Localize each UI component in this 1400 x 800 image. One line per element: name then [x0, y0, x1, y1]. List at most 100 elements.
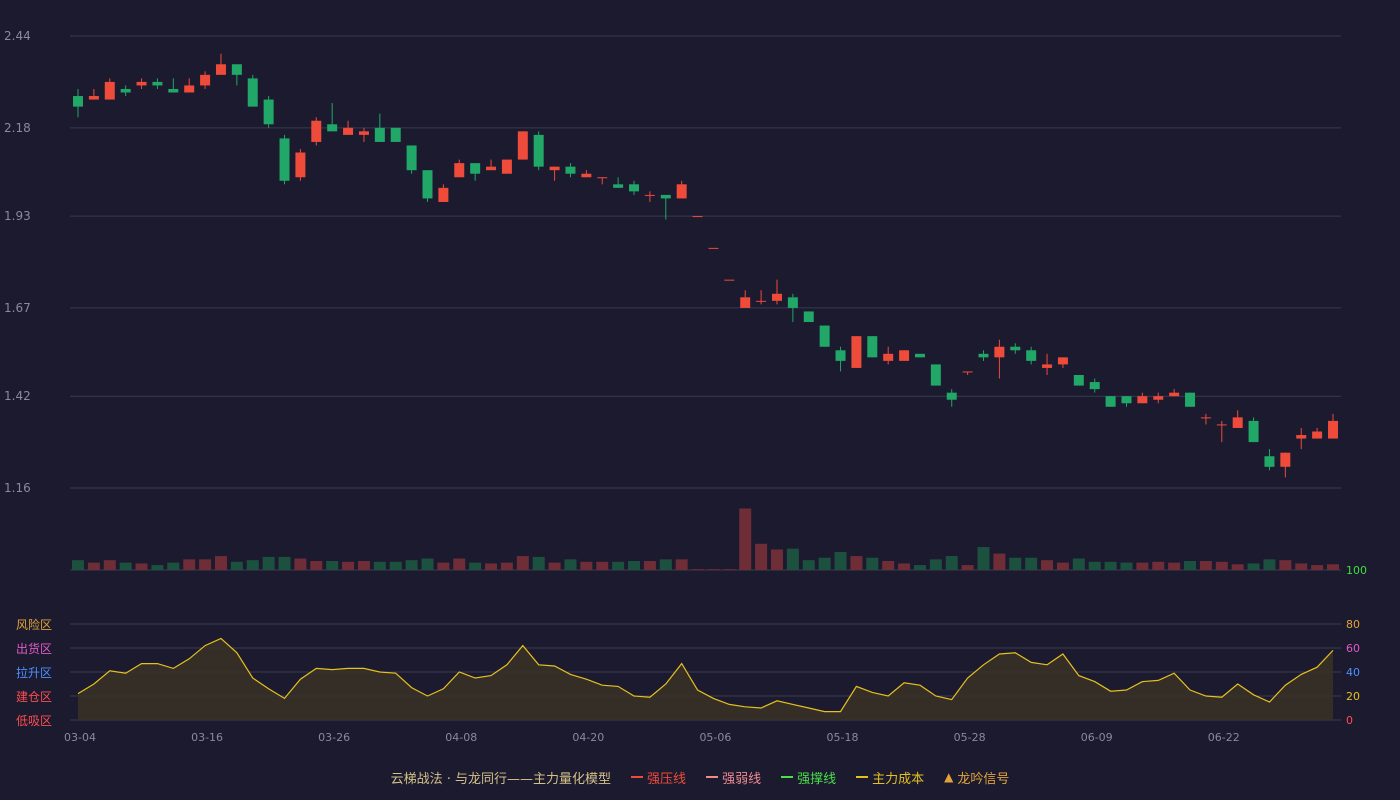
volume-bar [199, 559, 212, 570]
volume-bar [421, 558, 434, 570]
candle-body [73, 96, 83, 107]
volume-bar [1072, 558, 1085, 570]
volume-bar [453, 558, 466, 570]
volume-bar [929, 559, 942, 570]
volume-bar [834, 551, 847, 570]
candle-body [1312, 431, 1323, 439]
candle-body [1280, 452, 1291, 467]
candle-body [231, 64, 242, 75]
volume-bar [151, 565, 164, 570]
volume-bar [532, 556, 545, 570]
legend-item-strong-support[interactable]: 强撑线 [781, 768, 836, 787]
volume-bar [580, 561, 593, 570]
candle-body [692, 216, 703, 218]
legend-item-dragon-signal[interactable]: ▲ 龙吟信号 [944, 768, 1009, 787]
candle-body [200, 74, 211, 86]
axis-labels: 2.44 2.18 1.93 1.67 1.42 1.16 100 80 风险区 60 出货区 40 拉… [4, 29, 1367, 744]
volume-bar [1311, 565, 1324, 570]
volume-bar [1120, 562, 1133, 570]
price-tick-label: 2.44 [4, 29, 31, 43]
volume-bar [818, 557, 831, 570]
triangle-icon: ▲ [944, 770, 954, 784]
candle-body [1185, 392, 1196, 407]
volume-bar [596, 561, 609, 570]
chart-legend: 云梯战法 · 与龙同行——主力量化模型 强压线 强弱线 强撑线 主力成本 ▲ 龙… [0, 766, 1400, 788]
candle-body [406, 145, 417, 171]
volume-bar [357, 560, 370, 570]
volume-bar [643, 560, 656, 570]
candle-body [1248, 420, 1259, 443]
candle-body [1057, 357, 1068, 365]
volume-bar [310, 560, 323, 570]
candle-body [374, 127, 385, 142]
volume-bar [103, 560, 116, 570]
volume-bar [1041, 560, 1054, 570]
volume-bar [993, 553, 1006, 570]
legend-item-strong-pressure[interactable]: 强压线 [631, 768, 686, 787]
candle-body [787, 297, 798, 308]
candle-body [1073, 375, 1084, 386]
candle-body [517, 131, 528, 160]
candle-body [565, 166, 576, 174]
date-tick-label: 05-06 [699, 731, 731, 744]
volume-bar [214, 556, 227, 570]
candle-body [549, 166, 560, 171]
candle-body [803, 311, 814, 323]
candle-body [422, 170, 433, 199]
legend-label: 主力成本 [872, 771, 925, 787]
volume-bar [278, 556, 291, 570]
indicator-zone-label: 拉升区 [16, 665, 52, 680]
volume-bar [326, 560, 339, 570]
candle-body [136, 81, 147, 86]
date-tick-label: 06-09 [1081, 731, 1113, 744]
indicator-tick-label: 20 [1346, 690, 1360, 703]
legend-swatch-icon [706, 776, 719, 778]
volume-bar [612, 561, 625, 570]
volume-bar [405, 560, 418, 570]
volume-bar [913, 565, 926, 570]
volume-bar [723, 569, 736, 571]
candle-body [851, 336, 862, 368]
price-tick-label: 1.67 [4, 301, 31, 315]
volume-bar [755, 543, 768, 570]
legend-title: 云梯战法 · 与龙同行——主力量化模型 [390, 771, 612, 787]
candle-body [390, 127, 401, 142]
legend-swatch-icon [781, 776, 794, 778]
volume-bar [691, 569, 704, 571]
candle-body [962, 371, 973, 373]
candle-body [501, 159, 512, 174]
volume-bar [485, 563, 498, 570]
date-tick-label: 05-18 [827, 731, 859, 744]
stock-chart: 2.44 2.18 1.93 1.67 1.42 1.16 100 80 风险区 60 出货区 40 拉… [4, 29, 1367, 744]
indicator-zone-label: 出货区 [16, 641, 52, 656]
volume-bar [500, 562, 513, 570]
candle-body [676, 184, 687, 199]
price-tick-label: 1.42 [4, 389, 31, 403]
candle-body [1137, 396, 1148, 404]
volume-bar [469, 562, 482, 570]
candle-body [120, 88, 131, 93]
volume-bars [72, 508, 1339, 571]
candle-body [1264, 456, 1275, 467]
candle-body [819, 325, 830, 347]
candle-body [454, 163, 465, 178]
legend-swatch-icon [631, 776, 644, 778]
volume-bar [1231, 564, 1244, 570]
candle-body [946, 392, 957, 400]
volume-bar [564, 559, 577, 570]
candle-body [930, 364, 941, 386]
candle-body [1169, 392, 1180, 397]
candle-body [581, 173, 592, 178]
candle-body [1105, 396, 1116, 407]
candle-body [1026, 350, 1037, 361]
indicator-zone-label: 低吸区 [16, 714, 52, 728]
volume-bar [1152, 561, 1165, 570]
indicator-area [78, 638, 1333, 720]
legend-item-strength-line[interactable]: 强弱线 [706, 768, 761, 787]
volume-bar [1199, 560, 1212, 570]
volume-axis-label: 100 [1346, 564, 1367, 577]
volume-bar [1025, 557, 1038, 570]
candle-body [1296, 435, 1307, 439]
legend-item-main-cost[interactable]: 主力成本 [856, 768, 924, 787]
volume-bar [1104, 561, 1117, 570]
